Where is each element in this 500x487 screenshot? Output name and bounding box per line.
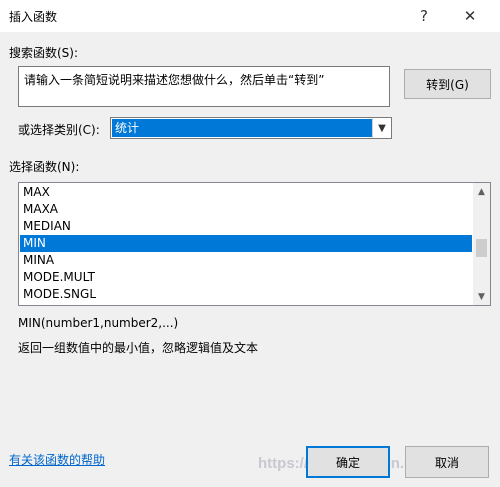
list-item[interactable]: MAXA (20, 201, 472, 218)
function-syntax: MIN(number1,number2,...) (18, 316, 179, 330)
scroll-down-icon[interactable]: ▼ (473, 288, 490, 305)
close-icon[interactable]: ✕ (456, 3, 484, 29)
cancel-button[interactable]: 取消 (405, 446, 489, 478)
search-label: 搜索函数(S): (9, 46, 79, 60)
search-input[interactable]: 请输入一条简短说明来描述您想做什么，然后单击“转到” (18, 66, 390, 107)
function-list-label: 选择函数(N): (9, 160, 80, 174)
category-label: 或选择类别(C): (18, 123, 100, 137)
list-scrollbar[interactable]: ▲ ▼ (473, 183, 490, 305)
list-item[interactable]: MINA (20, 252, 472, 269)
list-item[interactable]: MEDIAN (20, 218, 472, 235)
function-listbox[interactable]: MAX MAXA MEDIAN MIN MINA MODE.MULT MODE.… (18, 182, 491, 306)
scroll-thumb[interactable] (476, 239, 487, 257)
function-description: 返回一组数值中的最小值，忽略逻辑值及文本 (18, 341, 259, 355)
list-item[interactable]: MODE.SNGL (20, 286, 472, 303)
list-item[interactable]: MODE.MULT (20, 269, 472, 286)
function-help-link[interactable]: 有关该函数的帮助 (9, 451, 105, 468)
title-bar: 插入函数 ? ✕ (0, 0, 500, 32)
category-select[interactable]: 统计 ▼ (110, 117, 392, 139)
window-title: 插入函数 (9, 10, 58, 24)
list-item[interactable]: MAX (20, 184, 472, 201)
ok-button[interactable]: 确定 (306, 446, 390, 478)
help-icon[interactable]: ? (410, 3, 438, 29)
category-selected-value: 统计 (112, 119, 373, 137)
go-button[interactable]: 转到(G) (404, 69, 491, 99)
list-item-selected[interactable]: MIN (20, 235, 472, 252)
scroll-up-icon[interactable]: ▲ (473, 183, 490, 200)
chevron-down-icon[interactable]: ▼ (372, 118, 391, 138)
